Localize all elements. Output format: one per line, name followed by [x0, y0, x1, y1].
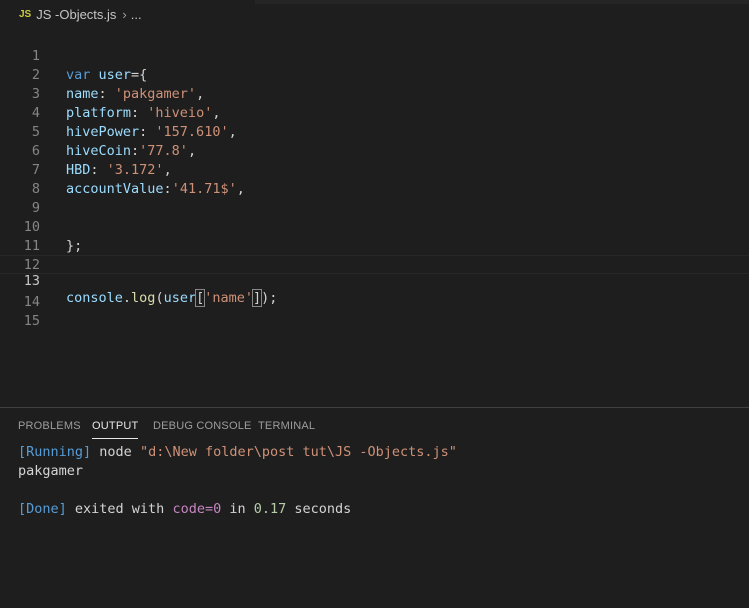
- code-editor[interactable]: 1 var user={ 2 name: 'pakgamer', 3 platf…: [0, 28, 749, 407]
- output-result: pakgamer: [18, 463, 84, 479]
- running-command: node: [91, 444, 140, 460]
- chevron-right-icon: ›: [122, 6, 127, 22]
- done-text: exited with: [66, 501, 173, 517]
- code-line[interactable]: 8: [0, 161, 749, 197]
- breadcrumb: JS JS -Objects.js › ...: [0, 0, 749, 28]
- code-line[interactable]: 1 var user={: [0, 28, 749, 83]
- breadcrumb-file[interactable]: JS -Objects.js: [36, 7, 116, 22]
- done-tag: [Done]: [18, 501, 67, 517]
- tab-problems[interactable]: PROBLEMS: [18, 420, 81, 432]
- tab-output[interactable]: OUTPUT: [92, 420, 139, 439]
- code-line[interactable]: 7 accountValue:'41.71$',: [0, 142, 749, 197]
- running-path: "d:\New folder\post tut\JS -Objects.js": [139, 444, 457, 460]
- tab-debug-console[interactable]: DEBUG CONSOLE: [153, 420, 252, 432]
- code-line[interactable]: 5 hiveCoin:'77.8',: [0, 104, 749, 159]
- panel-tabs: PROBLEMS OUTPUT DEBUG CONSOLE TERMINAL: [0, 408, 749, 444]
- tab-terminal[interactable]: TERMINAL: [258, 420, 315, 432]
- code-line[interactable]: 3 platform: 'hiveio',: [0, 66, 749, 121]
- output-line-running: [Running] node "d:\New folder\post tut\J…: [18, 443, 457, 462]
- breadcrumb-symbols[interactable]: ...: [131, 7, 142, 22]
- code-line[interactable]: 11: [0, 218, 749, 254]
- code-line[interactable]: 9: [0, 180, 749, 216]
- output-line-done: [Done] exited with code=0 in 0.17 second…: [18, 500, 351, 519]
- running-tag: [Running]: [18, 444, 92, 460]
- bottom-panel: PROBLEMS OUTPUT DEBUG CONSOLE TERMINAL […: [0, 407, 749, 608]
- code-line[interactable]: 6 HBD: '3.172',: [0, 123, 749, 178]
- code-line[interactable]: 10 };: [0, 199, 749, 254]
- code-line-current[interactable]: 13 console.log(user['name']);: [0, 255, 749, 307]
- exit-code: code=0: [172, 501, 222, 517]
- tab-bar-strip: [255, 0, 749, 4]
- code-line[interactable]: 12: [0, 237, 749, 273]
- code-line[interactable]: 14: [0, 274, 749, 310]
- code-line[interactable]: 15: [0, 293, 749, 329]
- elapsed-seconds: 0.17: [253, 501, 287, 517]
- done-text: seconds: [286, 501, 352, 517]
- output-line-result: pakgamer: [18, 462, 83, 481]
- code-line[interactable]: 2 name: 'pakgamer',: [0, 47, 749, 102]
- code-line[interactable]: 4 hivePower: '157.610',: [0, 85, 749, 140]
- js-file-icon: JS: [19, 8, 32, 20]
- line-number: 15: [23, 313, 40, 329]
- done-text: in: [221, 501, 254, 517]
